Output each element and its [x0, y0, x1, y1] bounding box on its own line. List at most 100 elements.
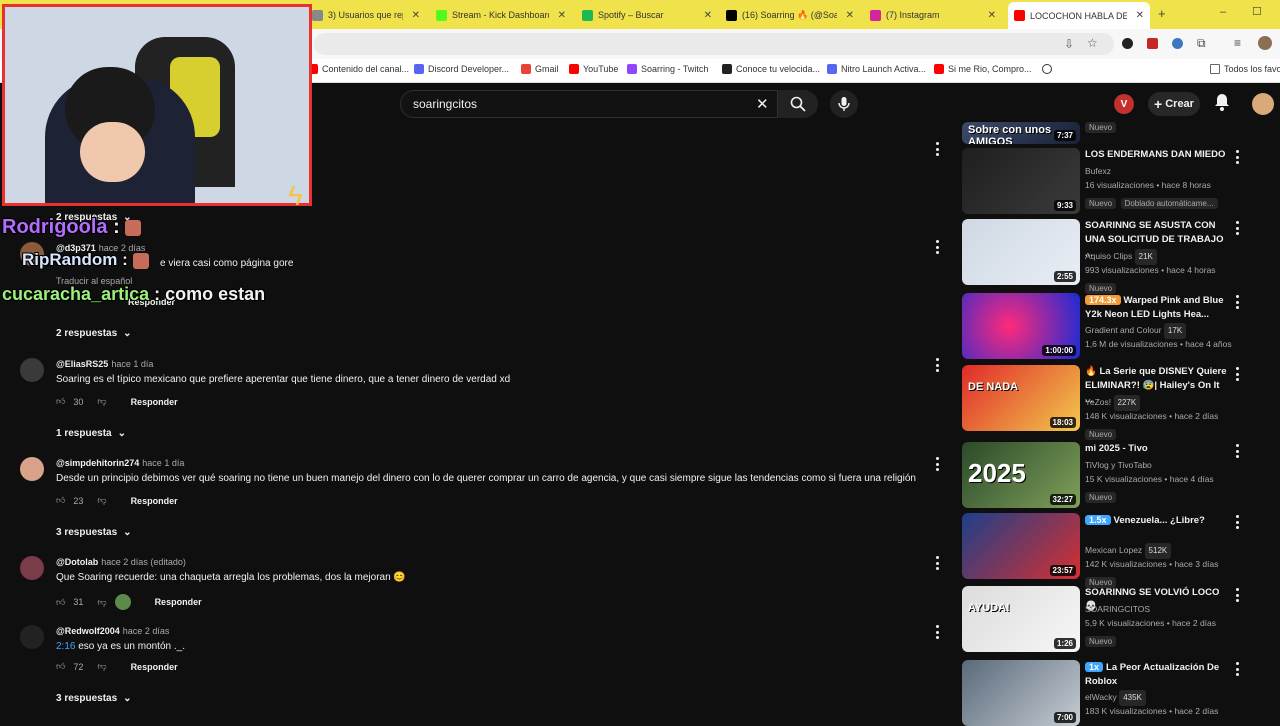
like-icon[interactable]: 👍︎	[56, 495, 65, 506]
new-tab-button[interactable]: +	[1158, 6, 1166, 21]
close-tab-icon[interactable]: ✕	[1136, 10, 1144, 21]
video-title[interactable]: 174.3x Warped Pink and Blue Y2k Neon LED …	[1085, 293, 1227, 322]
video-title[interactable]: LOS ENDERMANS DAN MIEDO	[1085, 148, 1227, 162]
profile-avatar[interactable]	[1258, 36, 1272, 50]
like-icon[interactable]: 👍︎	[56, 597, 65, 608]
comment-author[interactable]: @simpdehitorin274 hace 1 día	[56, 458, 184, 468]
globe-icon[interactable]	[1042, 64, 1052, 74]
video-thumbnail[interactable]: 2:55	[962, 219, 1080, 285]
bookmark-favicon-icon	[521, 64, 531, 74]
extensions-puzzle-icon[interactable]: ⧉	[1197, 36, 1206, 51]
browser-tab[interactable]: (7) Instagram ✕	[870, 4, 996, 26]
more-options-icon[interactable]	[1235, 221, 1239, 235]
extension-icon[interactable]	[1172, 38, 1183, 49]
comment-author[interactable]: @Dotolab hace 2 días (editado)	[56, 557, 186, 567]
reply-button[interactable]: Responder	[131, 397, 178, 407]
maximize-button[interactable]: ☐	[1252, 5, 1262, 18]
bookmark-item[interactable]: Discord Developer...	[414, 64, 509, 74]
bookmark-star-icon[interactable]: ☆	[1087, 36, 1098, 50]
more-options-icon[interactable]	[935, 625, 939, 639]
close-tab-icon[interactable]: ✕	[846, 10, 854, 21]
avatar[interactable]	[20, 358, 44, 382]
more-options-icon[interactable]	[1235, 662, 1239, 676]
bookmark-item[interactable]: Gmail	[521, 64, 559, 74]
extension-icon[interactable]	[1122, 38, 1133, 49]
video-thumbnail[interactable]: 2025 32:27	[962, 442, 1080, 508]
video-thumbnail[interactable]: 7:00	[962, 660, 1080, 726]
avatar[interactable]	[20, 556, 44, 580]
browser-tab[interactable]: LOCOCHON HABLA DE S ✕	[1008, 2, 1150, 29]
video-thumbnail[interactable]: 9:33	[962, 148, 1080, 214]
minimize-button[interactable]: –	[1220, 6, 1226, 18]
search-button[interactable]	[778, 90, 818, 118]
video-channel[interactable]: SOARINGCITOS	[1085, 602, 1235, 616]
close-tab-icon[interactable]: ✕	[988, 10, 996, 21]
bookmark-item[interactable]: YouTube	[569, 64, 618, 74]
extension-icon[interactable]	[1147, 38, 1158, 49]
avatar[interactable]	[20, 625, 44, 649]
account-avatar[interactable]	[1252, 93, 1274, 115]
like-icon[interactable]: 👍︎	[56, 396, 65, 407]
video-channel[interactable]: TiVlog y TivoTabo	[1085, 458, 1235, 472]
bookmark-item[interactable]: Si me Rio, Compro...	[934, 64, 1032, 74]
timestamp-link[interactable]: 2:16	[56, 641, 75, 652]
bookmark-item[interactable]: Contenido del canal...	[308, 64, 409, 74]
close-tab-icon[interactable]: ✕	[704, 10, 712, 21]
more-options-icon[interactable]	[1235, 588, 1239, 602]
comment-author[interactable]: @EliasRS25 hace 1 día	[56, 359, 153, 369]
replies-toggle[interactable]: 2 respuestas ⌄	[56, 328, 132, 339]
more-options-icon[interactable]	[935, 358, 939, 372]
comment-author[interactable]: @Redwolf2004 hace 2 días	[56, 626, 169, 636]
browser-tab[interactable]: 3) Usuarios que reposte✕	[312, 4, 420, 26]
more-options-icon[interactable]	[1235, 367, 1239, 381]
bookmark-item[interactable]: Conoce tu velocida...	[722, 64, 820, 74]
more-options-icon[interactable]	[1235, 444, 1239, 458]
replies-toggle[interactable]: 3 respuestas ⌄	[56, 527, 132, 538]
video-thumbnail[interactable]: AYUDA! 1:26	[962, 586, 1080, 652]
install-app-icon[interactable]: ⇩	[1064, 37, 1074, 51]
search-input[interactable]: soaringcitos	[400, 90, 778, 118]
video-channel[interactable]: Bufexz	[1085, 164, 1235, 178]
reply-button[interactable]: Responder	[131, 662, 178, 672]
avatar[interactable]	[20, 457, 44, 481]
video-thumbnail[interactable]: 23:57	[962, 513, 1080, 579]
dislike-icon[interactable]: 👎︎	[97, 495, 106, 506]
creator-heart-avatar	[114, 594, 131, 610]
more-options-icon[interactable]	[935, 457, 939, 471]
more-options-icon[interactable]	[1235, 515, 1239, 529]
browser-tab[interactable]: (16) Soarring 🔥 (@Soar ✕	[726, 4, 854, 26]
video-title[interactable]: mi 2025 - Tivo	[1085, 442, 1227, 456]
reply-button[interactable]: Responder	[155, 597, 202, 607]
clear-search-icon[interactable]: ✕	[756, 95, 769, 113]
close-tab-icon[interactable]: ✕	[558, 10, 566, 21]
reply-button[interactable]: Responder	[131, 496, 178, 506]
more-options-icon[interactable]	[935, 556, 939, 570]
more-options-icon[interactable]	[935, 240, 939, 254]
dislike-icon[interactable]: 👎︎	[97, 396, 106, 407]
browser-tab[interactable]: Spotify – Buscar ✕	[582, 4, 712, 26]
extension-v-icon[interactable]: V	[1114, 94, 1134, 114]
video-thumbnail[interactable]: 1:00:00	[962, 293, 1080, 359]
browser-tab[interactable]: Stream - Kick Dashboard ✕	[436, 4, 566, 26]
dislike-icon[interactable]: 👎︎	[97, 661, 106, 672]
url-field[interactable]	[314, 33, 1114, 55]
create-button[interactable]: + Crear	[1148, 92, 1200, 116]
video-thumbnail[interactable]: Sobre con unos AMIGOS 7:37	[962, 122, 1080, 144]
bookmark-item[interactable]: Nitro Launch Activa...	[827, 64, 926, 74]
video-thumbnail[interactable]: DE NADA 18:03	[962, 365, 1080, 431]
like-icon[interactable]: 👍︎	[56, 661, 65, 672]
video-title[interactable]: 1.5x Venezuela... ¿Libre?	[1085, 513, 1227, 528]
replies-toggle[interactable]: 3 respuestas ⌄	[56, 693, 132, 704]
bookmark-item[interactable]: Soarring - Twitch	[627, 64, 708, 74]
media-control-icon[interactable]: ≡	[1234, 36, 1241, 50]
replies-toggle[interactable]: 1 respuesta ⌄	[56, 428, 126, 439]
video-title[interactable]: 1x La Peor Actualización De Roblox	[1085, 660, 1227, 689]
more-options-icon[interactable]	[935, 142, 939, 156]
all-bookmarks-folder[interactable]: Todos los favo	[1210, 64, 1280, 74]
dislike-icon[interactable]: 👎︎	[97, 597, 106, 608]
more-options-icon[interactable]	[1235, 295, 1239, 309]
more-options-icon[interactable]	[1235, 150, 1239, 164]
notifications-bell-icon[interactable]	[1214, 93, 1230, 116]
voice-search-button[interactable]	[830, 90, 858, 118]
close-tab-icon[interactable]: ✕	[412, 10, 420, 21]
